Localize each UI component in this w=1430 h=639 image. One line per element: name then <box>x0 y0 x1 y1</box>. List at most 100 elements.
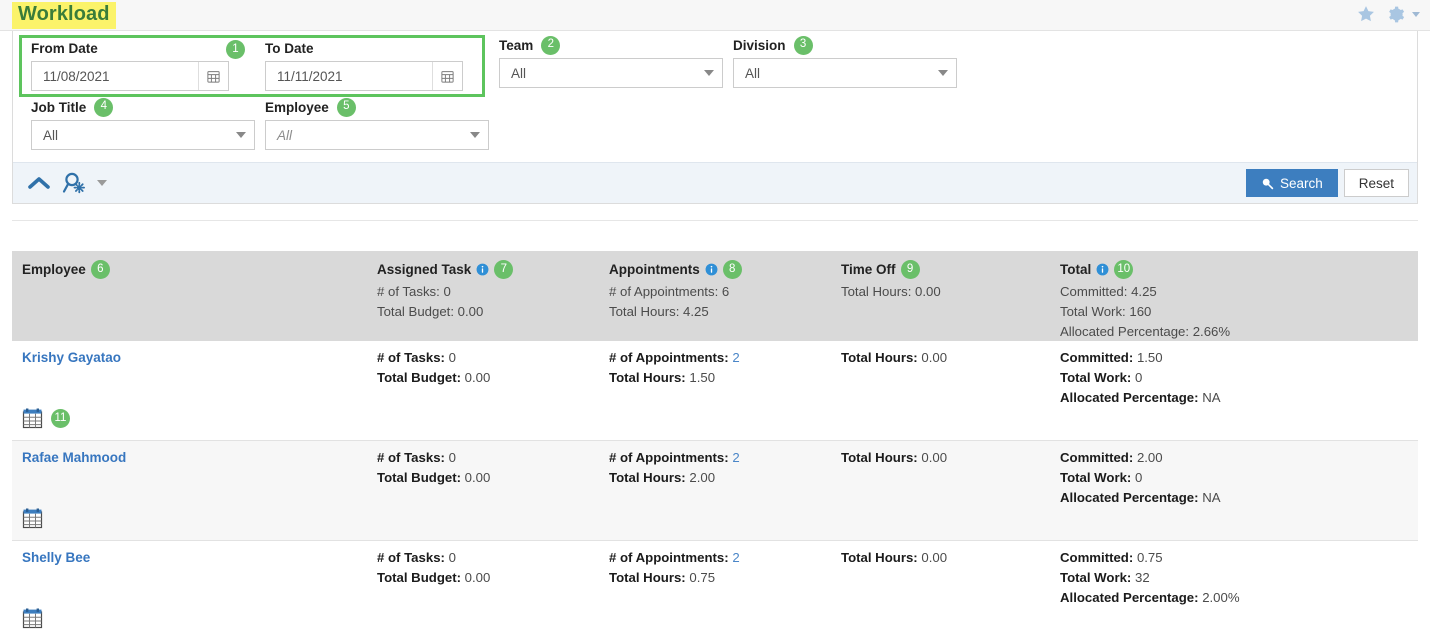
job-title-field: Job Title 4 All <box>31 97 255 150</box>
to-date-calendar-icon[interactable] <box>432 62 462 90</box>
calendar-icon[interactable] <box>22 408 43 429</box>
employee-value: All <box>277 127 293 143</box>
annotation-badge-6: 6 <box>90 260 110 279</box>
total-value: NA <box>1202 390 1221 405</box>
appointments-line: # of Appointments: 2 <box>609 348 831 368</box>
appointments-key: Total Hours: <box>609 370 686 385</box>
info-icon[interactable] <box>705 263 718 276</box>
search-options-chevron-down-icon[interactable] <box>97 180 107 186</box>
job-title-select[interactable]: All <box>31 120 255 150</box>
time-off-key: Total Hours: <box>841 450 918 465</box>
annotation-badge-11: 11 <box>51 409 70 428</box>
appointments-line: Total Hours: 2.00 <box>609 468 831 488</box>
employee-link[interactable]: Krishy Gayatao <box>22 348 121 368</box>
info-icon[interactable] <box>476 263 489 276</box>
time-off-line: Total Hours: 0.00 <box>841 448 1050 468</box>
total-line: Committed: 0.75 <box>1060 548 1380 568</box>
appointments-value[interactable]: 2 <box>732 350 739 365</box>
total-value: 0 <box>1134 370 1143 385</box>
appointments-key: # of Appointments: <box>609 450 729 465</box>
team-label-text: Team <box>499 37 534 53</box>
assigned-task-value: 0.00 <box>464 470 491 485</box>
from-date-input[interactable]: 11/08/2021 <box>31 61 229 91</box>
column-title-employee[interactable]: Employee 6 <box>22 260 367 279</box>
time-off-value: 0.00 <box>921 350 948 365</box>
column-title-time-off-text: Time Off <box>841 262 896 277</box>
appointments-key: Total Hours: <box>609 570 686 585</box>
annotation-badge-8: 8 <box>722 260 742 279</box>
division-select[interactable]: All <box>733 58 957 88</box>
total-key: Allocated Percentage: <box>1060 590 1199 605</box>
assigned-task-value: 0 <box>448 550 456 565</box>
from-date-calendar-icon[interactable] <box>198 62 228 90</box>
summary-value: 0.00 <box>915 284 941 299</box>
summary-value: 0.00 <box>457 304 484 319</box>
filter-action-bar: Search Reset <box>13 162 1417 203</box>
cell-time-off: Total Hours: 0.00 <box>831 348 1050 440</box>
employee-select[interactable]: All <box>265 120 489 150</box>
total-value: 32 <box>1134 570 1150 585</box>
grid-header-appointments: Appointments 8 # of Appointments: 6 Tota… <box>599 260 831 341</box>
row-calendar-group <box>22 508 43 529</box>
chevron-down-icon[interactable] <box>1412 11 1420 17</box>
team-chevron-down-icon[interactable] <box>696 59 722 87</box>
summary-line: Total Work: 160 <box>1060 302 1380 322</box>
annotation-badge-3: 3 <box>793 35 813 55</box>
to-date-label-text: To Date <box>265 40 314 56</box>
to-date-input[interactable]: 11/11/2021 <box>265 61 463 91</box>
to-date-label: To Date <box>265 39 463 57</box>
cell-total: Committed: 0.75 Total Work: 32 Allocated P… <box>1050 548 1380 639</box>
summary-value: 6 <box>721 284 730 299</box>
summary-value: 4.25 <box>1131 284 1157 299</box>
annotation-badge-4: 4 <box>94 97 114 117</box>
team-select[interactable]: All <box>499 58 723 88</box>
total-line: Allocated Percentage: 2.00% <box>1060 588 1380 608</box>
total-line: Committed: 2.00 <box>1060 448 1380 468</box>
total-line: Allocated Percentage: NA <box>1060 488 1380 508</box>
assigned-task-line: Total Budget: 0.00 <box>377 368 599 388</box>
appointments-value[interactable]: 2 <box>732 550 739 565</box>
grid-header-assigned-task: Assigned Task 7 # of Tasks: 0 Total Budg… <box>367 260 599 341</box>
info-icon[interactable] <box>1096 263 1109 276</box>
filter-panel: From Date 11/08/2021 1 To Date 11/11/202… <box>12 31 1418 204</box>
chevron-up-icon[interactable] <box>27 174 51 192</box>
appointments-value[interactable]: 2 <box>732 450 739 465</box>
appointments-line: # of Appointments: 2 <box>609 448 831 468</box>
employee-label-text: Employee <box>265 99 329 115</box>
total-line: Total Work: 0 <box>1060 368 1380 388</box>
calendar-icon[interactable] <box>22 608 43 629</box>
assigned-task-line: # of Tasks: 0 <box>377 548 599 568</box>
column-title-time-off[interactable]: Time Off 9 <box>841 260 1050 279</box>
job-title-chevron-down-icon[interactable] <box>228 121 254 149</box>
appointments-value: 2.00 <box>689 470 716 485</box>
reset-button[interactable]: Reset <box>1343 169 1409 197</box>
employee-link[interactable]: Shelly Bee <box>22 548 90 568</box>
total-value: 2.00 <box>1136 450 1163 465</box>
summary-key: Allocated Percentage: <box>1060 324 1190 339</box>
calendar-icon[interactable] <box>22 508 43 529</box>
division-chevron-down-icon[interactable] <box>930 59 956 87</box>
from-date-value: 11/08/2021 <box>43 68 110 84</box>
total-line: Allocated Percentage: NA <box>1060 388 1380 408</box>
annotation-badge-1: 1 <box>226 40 245 60</box>
page-title: Workload <box>12 2 116 29</box>
column-title-total[interactable]: Total 10 <box>1060 260 1380 279</box>
column-title-assigned-task[interactable]: Assigned Task 7 <box>377 260 599 279</box>
summary-key: Total Budget: <box>377 304 454 319</box>
favorite-star-icon[interactable] <box>1356 4 1376 24</box>
total-value: 0.75 <box>1136 550 1163 565</box>
division-field: Division 3 All <box>733 35 957 88</box>
summary-key: # of Tasks: <box>377 284 440 299</box>
employee-chevron-down-icon[interactable] <box>462 121 488 149</box>
summary-key: Total Work: <box>1060 304 1126 319</box>
summary-key: Total Hours: <box>841 284 912 299</box>
job-title-value: All <box>43 127 59 143</box>
employee-link[interactable]: Rafae Mahmood <box>22 448 126 468</box>
settings-gear-icon[interactable] <box>1386 5 1405 24</box>
cell-time-off: Total Hours: 0.00 <box>831 548 1050 639</box>
assigned-task-key: Total Budget: <box>377 370 461 385</box>
search-button[interactable]: Search <box>1245 169 1338 197</box>
column-title-appointments[interactable]: Appointments 8 <box>609 260 831 279</box>
search-settings-icon[interactable] <box>61 171 87 195</box>
total-value: 2.00% <box>1202 590 1240 605</box>
